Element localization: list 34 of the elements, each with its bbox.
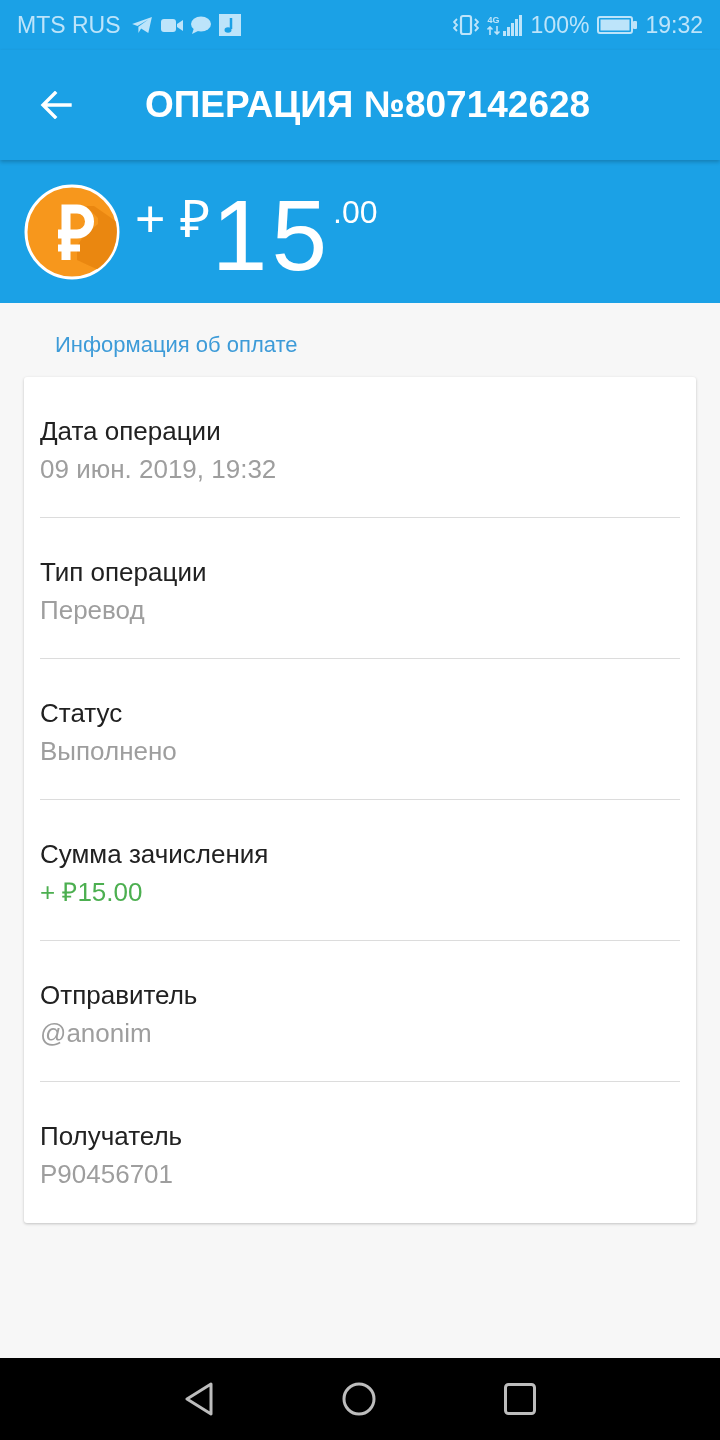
signal-bars-icon [502, 14, 523, 36]
network-type: 4G [487, 15, 500, 25]
detail-label: Сумма зачисления [40, 838, 270, 871]
clock-time: 19:32 [645, 12, 703, 38]
detail-value: 09 июн. 2019, 19:32 [40, 453, 278, 486]
amount-integer: 15 [211, 185, 332, 285]
amount-sign: + ₽ [135, 193, 210, 245]
detail-value: Перевод [40, 594, 146, 627]
ruble-coin-icon [24, 184, 120, 280]
data-arrows-icon [486, 25, 501, 35]
detail-value: + ₽15.00 [40, 876, 144, 909]
home-icon[interactable] [342, 1382, 376, 1416]
detail-label: Тип операции [40, 556, 208, 589]
paper-plane-icon [130, 16, 153, 34]
back-arrow-icon[interactable] [40, 91, 72, 119]
recent-apps-icon[interactable] [504, 1383, 536, 1415]
detail-label: Дата операции [40, 415, 222, 448]
chat-bubble-icon [190, 16, 211, 34]
vibrate-icon [452, 14, 479, 36]
music-note-icon [218, 14, 241, 36]
detail-value: @anonim [40, 1017, 153, 1050]
detail-label: Отправитель [40, 979, 199, 1012]
amount-fraction: .00 [333, 196, 378, 228]
detail-label: Статус [40, 697, 124, 730]
video-camera-icon [160, 17, 183, 33]
battery-icon [597, 16, 638, 34]
screen-title: ОПЕРАЦИЯ №807142628 [145, 83, 591, 127]
detail-value: Выполнено [40, 735, 178, 768]
detail-label: Получатель [40, 1120, 184, 1153]
section-title: Информация об оплате [55, 332, 299, 358]
carrier-name: MTS RUS [17, 12, 121, 38]
detail-value: P90456701 [40, 1158, 175, 1191]
back-icon[interactable] [184, 1382, 214, 1416]
battery-percent: 100% [530, 12, 590, 38]
